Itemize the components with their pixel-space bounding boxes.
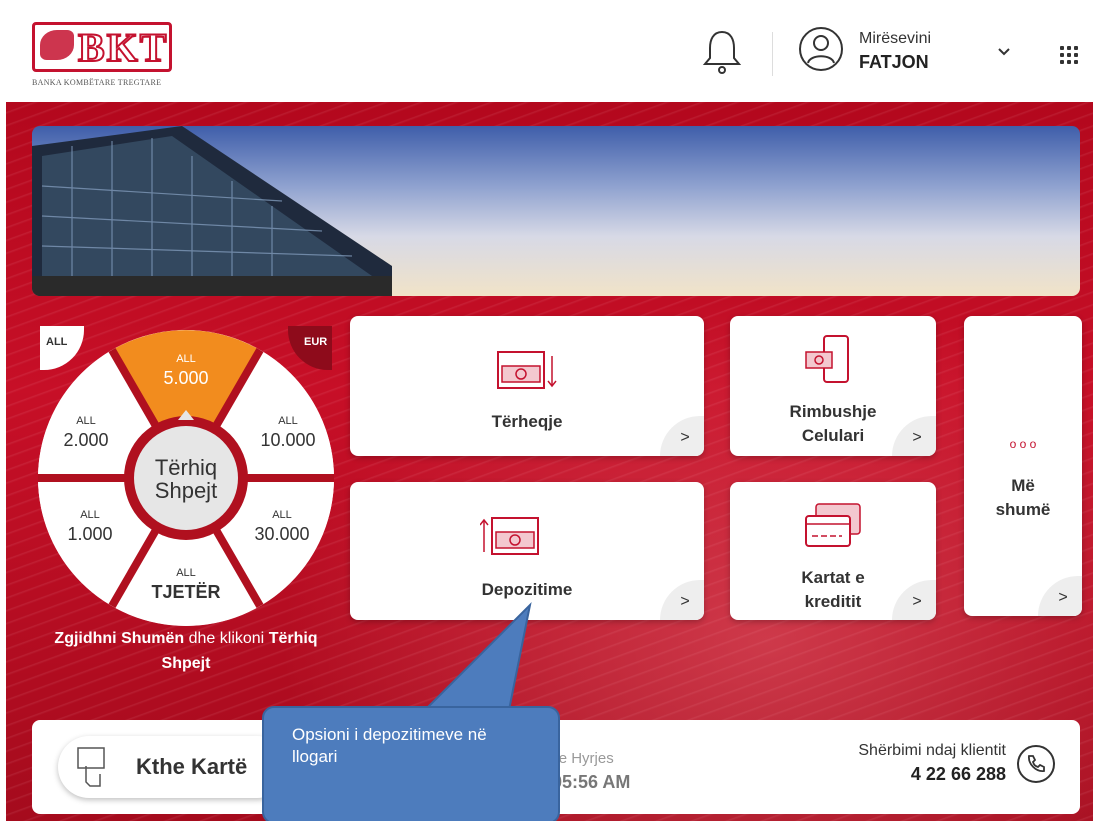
segment-amount: 10.000 xyxy=(260,430,315,450)
customer-service-label: Shërbimi ndaj klientit xyxy=(858,742,1006,759)
segment-currency: ALL xyxy=(278,415,298,427)
segment-amount: 1.000 xyxy=(67,524,112,544)
customer-service-number: 4 22 66 288 xyxy=(910,764,1006,784)
header: BKT BANKA KOMBËTARE TREGTARE Mirësevini … xyxy=(6,6,1093,103)
bell-icon[interactable] xyxy=(702,28,742,76)
chevron-down-icon[interactable] xyxy=(996,44,1012,60)
tile-withdraw[interactable]: Tërheqje > xyxy=(350,316,704,456)
tile-more[interactable]: o o o Më shumë > xyxy=(964,316,1082,616)
bkt-logo: BKT BANKA KOMBËTARE TREGTARE xyxy=(32,22,182,92)
segment-amount: 2.000 xyxy=(63,430,108,450)
user-avatar-icon[interactable] xyxy=(798,26,844,72)
mobile-topup-icon xyxy=(805,335,849,383)
tile-mobile-topup[interactable]: Rimbushje Celulari > xyxy=(730,316,936,456)
caption-mid: dhe klikoni xyxy=(184,630,269,647)
chevron-right-icon: > xyxy=(1038,576,1082,616)
wheel-caption: Zgjidhni Shumën dhe klikoni Tërhiq Shpej… xyxy=(6,626,366,676)
card-return-icon xyxy=(77,747,105,787)
callout-text: Opsioni i depozitimeve në llogari xyxy=(292,725,487,766)
tile-more-line2: shumë xyxy=(995,500,1051,519)
tile-deposit[interactable]: Depozitime > xyxy=(350,482,704,620)
tile-deposit-label: Depozitime xyxy=(481,580,573,599)
username: FATJON xyxy=(859,52,929,72)
atm-screen: BKT BANKA KOMBËTARE TREGTARE Mirësevini … xyxy=(6,6,1093,821)
callout-annotation: Opsioni i depozitimeve në llogari xyxy=(262,706,560,821)
logo-text: BKT xyxy=(77,24,169,71)
credit-card-icon xyxy=(805,503,861,547)
building-image xyxy=(32,126,392,296)
segment-currency: ALL xyxy=(176,567,196,579)
cash-withdraw-icon xyxy=(497,351,557,389)
eagle-icon xyxy=(40,30,74,60)
segment-amount: 5.000 xyxy=(163,368,208,388)
caption-bold-1: Zgjidhni Shumën xyxy=(54,630,185,647)
welcome-text: Mirësevini xyxy=(859,30,932,47)
segment-amount: 30.000 xyxy=(254,524,309,544)
segment-amount: TJETËR xyxy=(151,582,220,602)
tile-cards-line1: Kartat e xyxy=(801,568,865,587)
phone-icon[interactable] xyxy=(1016,744,1056,784)
tile-mobile-line1: Rimbushje xyxy=(789,402,877,421)
caption-line-2: Shpejt xyxy=(161,655,211,672)
quick-withdraw-line1: Tërhiq xyxy=(155,455,217,480)
return-card-label: Kthe Kartë xyxy=(136,754,248,779)
segment-currency: ALL xyxy=(176,353,196,365)
segment-currency: ALL xyxy=(80,509,100,521)
return-card-button[interactable]: Kthe Kartë xyxy=(58,736,288,798)
more-dots-icon: o o o xyxy=(1009,437,1037,451)
segment-currency: ALL xyxy=(76,415,96,427)
cash-deposit-icon xyxy=(480,517,539,555)
caption-bold-2: Tërhiq xyxy=(268,630,318,647)
logo-subtitle: BANKA KOMBËTARE TREGTARE xyxy=(32,78,162,87)
bank-building-banner xyxy=(32,126,1080,296)
quick-withdraw-wheel: Tërhiq Shpejt ALL 5.000 ALL 10.000 ALL 3… xyxy=(38,330,334,626)
quick-withdraw-line2: Shpejt xyxy=(155,478,217,503)
tile-credit-cards[interactable]: Kartat e kreditit > xyxy=(730,482,936,620)
tile-withdraw-label: Tërheqje xyxy=(491,412,563,431)
apps-grid-icon[interactable] xyxy=(1060,46,1078,64)
header-divider xyxy=(772,32,773,76)
segment-currency: ALL xyxy=(272,509,292,521)
tile-more-line1: Më xyxy=(1011,476,1035,495)
